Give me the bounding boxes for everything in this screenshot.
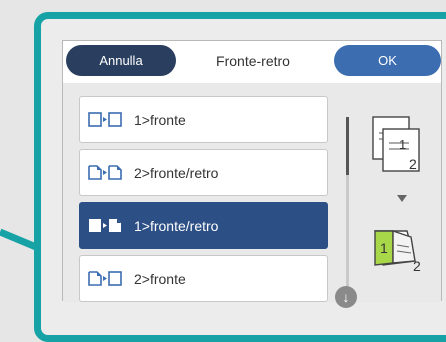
scrollbar-thumb[interactable]	[346, 117, 349, 175]
option-label: 2>fronte	[134, 270, 186, 287]
option-label: 2>fronte/retro	[134, 164, 219, 181]
duplex-settings-screen: Annulla Fronte-retro OK 1>fronte 2>front…	[62, 40, 442, 308]
option-label: 1>fronte/retro	[134, 217, 219, 234]
single-to-double-icon	[89, 218, 121, 232]
single-to-single-icon	[88, 111, 122, 127]
cancel-button[interactable]: Annulla	[66, 45, 176, 76]
ok-button[interactable]: OK	[334, 45, 441, 76]
top-bar: Annulla Fronte-retro OK	[63, 41, 441, 83]
page-title: Fronte-retro	[216, 53, 290, 69]
option-2-to-fronte[interactable]: 2>fronte	[79, 255, 328, 302]
double-to-double-icon	[88, 164, 122, 180]
option-1-to-fronte-retro[interactable]: 1>fronte/retro	[79, 202, 328, 249]
scroll-down-button[interactable]: ↓	[335, 286, 357, 308]
original-pages-icon: 1 2	[372, 116, 420, 172]
option-label: 1>fronte	[134, 111, 186, 128]
result-page-1: 1	[380, 240, 388, 256]
double-to-single-icon	[88, 270, 122, 286]
option-2-to-fronte-retro[interactable]: 2>fronte/retro	[79, 149, 328, 196]
transform-arrow-icon	[397, 195, 407, 202]
duplex-preview: 1 2 1 2	[372, 116, 421, 274]
arrow-down-icon: ↓	[342, 289, 350, 305]
original-page-1: 1	[399, 137, 406, 152]
result-duplex-icon: 1 2	[374, 230, 421, 274]
result-page-2: 2	[413, 258, 421, 274]
original-page-2: 2	[409, 156, 417, 172]
option-1-to-fronte[interactable]: 1>fronte	[79, 96, 328, 143]
